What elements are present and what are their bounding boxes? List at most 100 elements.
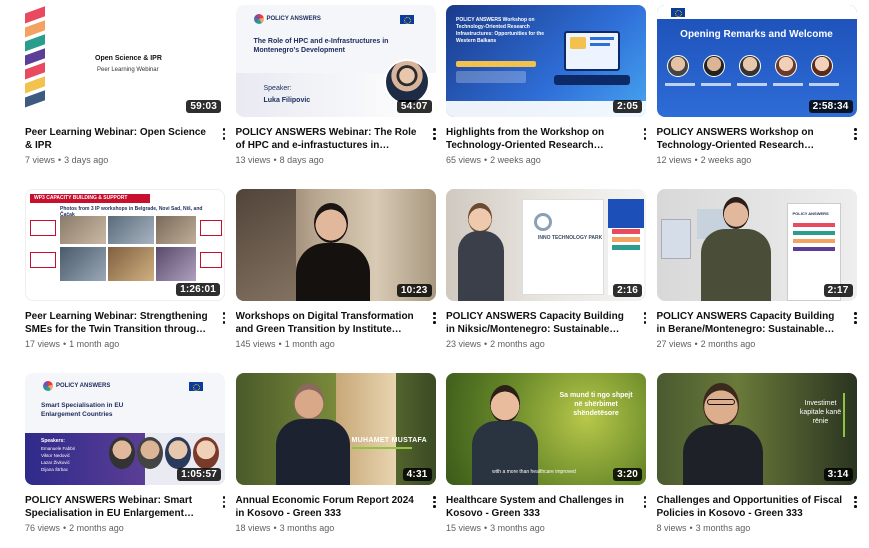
video-card[interactable]: INNO TECHNOLOGY PARK 2:16 POLICY ANSWERS…	[446, 189, 647, 364]
video-thumbnail[interactable]: MUHAMET MUSTAFA 4:31	[235, 373, 436, 485]
view-count: 15 views	[446, 523, 482, 533]
video-card[interactable]: Open Science & IPR Peer Learning Webinar…	[25, 5, 226, 180]
more-options-icon[interactable]	[218, 126, 230, 142]
speaker-photo	[468, 203, 492, 233]
video-duration: 2:58:34	[808, 100, 853, 113]
video-meta: 8 views • 3 months ago	[656, 523, 751, 533]
video-grid: Open Science & IPR Peer Learning Webinar…	[25, 5, 857, 548]
thumb-brand: POLICY ANSWERS	[792, 211, 829, 216]
video-title[interactable]: POLICY ANSWERS Capacity Building in Niks…	[446, 310, 632, 336]
video-title[interactable]: Challenges and Opportunities of Fiscal P…	[657, 494, 843, 520]
policy-answers-logo: POLICY ANSWERS	[43, 381, 110, 391]
thumb-banner: WP3 CAPACITY BUILDING & SUPPORT	[30, 194, 150, 203]
video-thumbnail[interactable]: POLICY ANSWERS Workshop on Technology-Or…	[446, 5, 646, 117]
view-count: 76 views	[25, 523, 61, 533]
video-card[interactable]: Sa mund ti ngo shpejt në shërbimet shënd…	[446, 373, 647, 548]
view-count: 27 views	[656, 339, 692, 349]
more-options-icon[interactable]	[850, 310, 862, 326]
video-meta: 23 views • 2 months ago	[446, 339, 545, 349]
video-thumbnail[interactable]: POLICY ANSWERS Smart Specialisation in E…	[25, 373, 225, 485]
video-meta: 145 views • 1 month ago	[235, 339, 335, 349]
video-title[interactable]: POLICY ANSWERS Capacity Building in Bera…	[657, 310, 843, 336]
video-duration: 1:26:01	[176, 283, 220, 296]
video-title[interactable]: Workshops on Digital Transformation and …	[236, 310, 422, 336]
video-meta: 76 views • 2 months ago	[25, 523, 124, 533]
speaker-name: Emanuele Fabbri	[41, 446, 76, 451]
video-thumbnail[interactable]: INNO TECHNOLOGY PARK 2:16	[446, 189, 646, 301]
speaker-photo	[165, 437, 191, 469]
speaker-photo	[109, 437, 135, 469]
video-title[interactable]: Annual Economic Forum Report 2024 in Kos…	[236, 494, 422, 520]
more-options-icon[interactable]	[639, 126, 651, 142]
video-thumbnail[interactable]: POLICY ANSWERS The Role of HPC and e-Inf…	[235, 5, 436, 117]
more-options-icon[interactable]	[218, 494, 230, 510]
video-title[interactable]: POLICY ANSWERS Webinar: Smart Specialisa…	[25, 494, 211, 520]
video-card[interactable]: Opening Remarks and Welcome 2:58:34 POLI…	[656, 5, 857, 180]
speaker-photo	[722, 197, 749, 229]
speaker-photo	[313, 203, 348, 243]
video-card[interactable]: MUHAMET MUSTAFA 4:31 Annual Economic For…	[235, 373, 436, 548]
upload-age: 3 months ago	[490, 523, 545, 533]
video-thumbnail[interactable]: Sa mund ti ngo shpejt në shërbimet shënd…	[446, 373, 646, 485]
video-thumbnail[interactable]: Opening Remarks and Welcome 2:58:34	[656, 5, 857, 117]
glasses-icon	[706, 399, 735, 405]
view-count: 12 views	[656, 155, 692, 165]
video-title[interactable]: Healthcare System and Challenges in Koso…	[446, 494, 632, 520]
more-options-icon[interactable]	[218, 310, 230, 326]
video-card[interactable]: POLICY ANSWERS Workshop on Technology-Or…	[446, 5, 647, 180]
video-thumbnail[interactable]: POLICY ANSWERS 2:17	[656, 189, 857, 301]
speaker-name: Viktor Nedović	[41, 453, 70, 458]
video-meta: 65 views • 2 weeks ago	[446, 155, 541, 165]
video-card[interactable]: POLICY ANSWERS Smart Specialisation in E…	[25, 373, 226, 548]
view-count: 65 views	[446, 155, 482, 165]
view-count: 18 views	[235, 523, 271, 533]
video-duration: 4:31	[402, 468, 432, 481]
video-meta: 13 views • 8 days ago	[235, 155, 324, 165]
upload-age: 8 days ago	[279, 155, 324, 165]
video-card[interactable]: 10:23 Workshops on Digital Transformatio…	[235, 189, 436, 364]
video-duration: 54:07	[396, 100, 432, 113]
video-title[interactable]: POLICY ANSWERS Webinar: The Role of HPC …	[236, 126, 422, 152]
more-options-icon[interactable]	[639, 494, 651, 510]
video-duration: 1:05:57	[177, 468, 221, 481]
lower-third-caption: MUHAMET MUSTAFA	[351, 437, 428, 444]
video-duration: 3:20	[613, 468, 642, 481]
speaker-label: Speaker:	[263, 85, 292, 92]
more-options-icon[interactable]	[429, 494, 441, 510]
video-thumbnail[interactable]: 10:23	[235, 189, 436, 301]
more-options-icon[interactable]	[850, 494, 862, 510]
video-thumbnail[interactable]: Investimet kapitale kanë rënie 3:14	[656, 373, 857, 485]
view-count: 8 views	[656, 523, 687, 533]
video-card[interactable]: WP3 CAPACITY BUILDING & SUPPORT Photos f…	[25, 189, 226, 364]
video-meta: 12 views • 2 weeks ago	[656, 155, 752, 165]
upload-age: 2 weeks ago	[490, 155, 541, 165]
more-options-icon[interactable]	[429, 310, 441, 326]
speaker-photo	[383, 59, 430, 105]
video-thumbnail[interactable]: Open Science & IPR Peer Learning Webinar…	[25, 5, 225, 117]
speaker-photo	[293, 383, 324, 421]
more-options-icon[interactable]	[850, 126, 862, 142]
view-count: 13 views	[235, 155, 271, 165]
thumb-heading: Open Science & IPR	[95, 55, 162, 62]
video-title[interactable]: Peer Learning Webinar: Strengthening SME…	[25, 310, 211, 336]
speaker-photo	[490, 385, 520, 423]
video-card[interactable]: Investimet kapitale kanë rënie 3:14 Chal…	[656, 373, 857, 548]
eu-flag-icon	[670, 8, 685, 17]
upload-age: 2 months ago	[490, 339, 545, 349]
video-card[interactable]: POLICY ANSWERS The Role of HPC and e-Inf…	[235, 5, 436, 180]
video-title[interactable]: Highlights from the Workshop on Technolo…	[446, 126, 632, 152]
thumb-heading: Opening Remarks and Welcome	[680, 29, 833, 40]
video-thumbnail[interactable]: WP3 CAPACITY BUILDING & SUPPORT Photos f…	[25, 189, 225, 301]
video-meta: 15 views • 3 months ago	[446, 523, 545, 533]
speaker-name: Lazar Živković	[41, 460, 70, 465]
speaker-name: Dijana Štrbac	[41, 467, 69, 472]
upload-age: 1 month ago	[69, 339, 120, 349]
participant-photo	[738, 55, 761, 77]
more-options-icon[interactable]	[429, 126, 441, 142]
video-title[interactable]: Peer Learning Webinar: Open Science & IP…	[25, 126, 211, 152]
video-card[interactable]: POLICY ANSWERS 2:17 POLICY ANSWERS Capac…	[656, 189, 857, 364]
more-options-icon[interactable]	[639, 310, 651, 326]
upload-age: 2 weeks ago	[700, 155, 752, 165]
participant-photo	[702, 55, 725, 77]
video-title[interactable]: POLICY ANSWERS Workshop on Technology-Or…	[657, 126, 843, 152]
